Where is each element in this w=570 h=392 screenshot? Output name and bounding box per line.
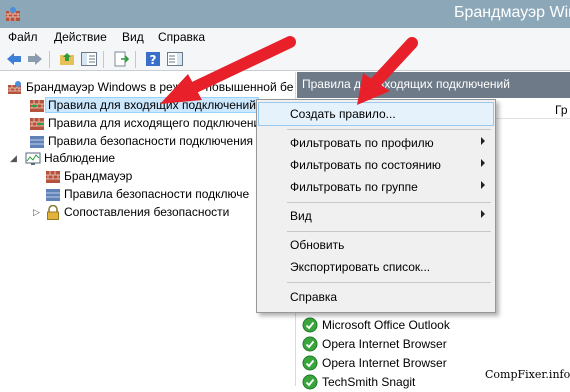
menu-item-label: Экспортировать список... <box>290 260 431 274</box>
firewall-icon <box>8 81 21 94</box>
menu-item-help[interactable]: Справка <box>259 286 493 308</box>
rule-name: TechSmith Snagit <box>322 375 416 389</box>
menu-item-label: Фильтровать по группе <box>290 180 418 194</box>
enabled-check-icon <box>302 336 318 352</box>
toolbar-separator <box>135 51 136 68</box>
group-column-header[interactable]: Гр <box>555 103 568 117</box>
firewall-app-icon <box>6 7 20 21</box>
window-title: Брандмауэр Windo <box>454 4 570 21</box>
export-icon[interactable] <box>112 50 130 68</box>
tree-root-label: Брандмауэр Windows в режиме повышенной б… <box>26 80 294 94</box>
menu-bar: Файл Действие Вид Справка <box>0 28 570 48</box>
submenu-arrow-icon <box>481 159 485 167</box>
help-icon[interactable]: ? <box>144 50 162 68</box>
tree-item-label: Брандмауэр <box>64 169 133 183</box>
toolbar: ? <box>0 48 570 71</box>
menu-separator <box>287 202 491 203</box>
submenu-arrow-icon <box>481 137 485 145</box>
connection-security-icon <box>46 189 60 201</box>
menu-item-label: Вид <box>290 209 312 223</box>
tree-item-label: Правила безопасности подключе <box>64 187 250 201</box>
collapse-toggle-icon[interactable]: ◢ <box>10 154 19 163</box>
menu-item-label: Фильтровать по профилю <box>290 136 434 150</box>
menu-separator <box>287 231 491 232</box>
menu-item-export-list[interactable]: Экспортировать список... <box>259 256 493 278</box>
tree-item-label: Сопоставления безопасности <box>64 205 230 219</box>
firewall-brick-icon <box>46 171 60 183</box>
menu-separator <box>287 129 491 130</box>
tree-item-label: Правила безопасности подключения <box>48 134 254 148</box>
submenu-arrow-icon <box>481 181 485 189</box>
menu-help[interactable]: Справка <box>158 30 205 44</box>
menu-item-label: Создать правило... <box>290 107 396 121</box>
inbound-rules-icon <box>30 100 44 112</box>
tree-item-label: Правила для входящих подключений <box>45 97 259 113</box>
menu-item-filter-profile[interactable]: Фильтровать по профилю <box>259 132 493 154</box>
watermark: CompFixer.info <box>485 368 570 381</box>
menu-item-label: Справка <box>290 290 338 304</box>
right-pane-header: Правила для входящих подключений <box>297 72 570 98</box>
submenu-arrow-icon <box>481 210 485 218</box>
rule-name: Opera Internet Browser <box>322 356 447 370</box>
title-bar: Брандмауэр Windo <box>0 0 570 28</box>
svg-text:?: ? <box>150 53 157 67</box>
outbound-rules-icon <box>30 118 44 130</box>
tree-item-label: Наблюдение <box>44 151 116 165</box>
toolbar-separator <box>103 51 104 68</box>
enabled-check-icon <box>302 374 318 390</box>
menu-item-label: Фильтровать по состоянию <box>290 158 441 172</box>
menu-action[interactable]: Действие <box>54 30 107 44</box>
menu-item-filter-group[interactable]: Фильтровать по группе <box>259 176 493 198</box>
menu-file[interactable]: Файл <box>8 30 38 44</box>
menu-view[interactable]: Вид <box>122 30 144 44</box>
properties-icon[interactable] <box>166 50 184 68</box>
menu-item-label: Обновить <box>290 238 345 252</box>
right-pane-title: Правила для входящих подключений <box>302 77 510 91</box>
menu-separator <box>287 282 491 283</box>
connection-security-icon <box>30 136 44 148</box>
context-menu: Создать правило... Фильтровать по профил… <box>256 99 496 313</box>
rule-name: Opera Internet Browser <box>322 337 447 351</box>
menu-item-view[interactable]: Вид <box>259 205 493 227</box>
expand-toggle-icon[interactable]: ▷ <box>33 208 42 217</box>
lock-icon <box>47 205 59 220</box>
forward-icon[interactable] <box>26 50 44 68</box>
show-tree-icon[interactable] <box>80 50 98 68</box>
back-icon[interactable] <box>5 50 23 68</box>
menu-item-filter-state[interactable]: Фильтровать по состоянию <box>259 154 493 176</box>
rule-name: Microsoft Office Outlook <box>322 318 450 332</box>
menu-item-new-rule[interactable]: Создать правило... <box>258 102 494 126</box>
navigation-tree: Брандмауэр Windows в режиме повышенной б… <box>0 72 296 386</box>
enabled-check-icon <box>302 317 318 333</box>
toolbar-separator <box>49 51 50 68</box>
tree-item-label: Правила для исходящего подключения <box>48 116 267 130</box>
enabled-check-icon <box>302 355 318 371</box>
menu-item-refresh[interactable]: Обновить <box>259 234 493 256</box>
monitoring-icon <box>25 152 41 165</box>
up-folder-icon[interactable] <box>58 50 76 68</box>
